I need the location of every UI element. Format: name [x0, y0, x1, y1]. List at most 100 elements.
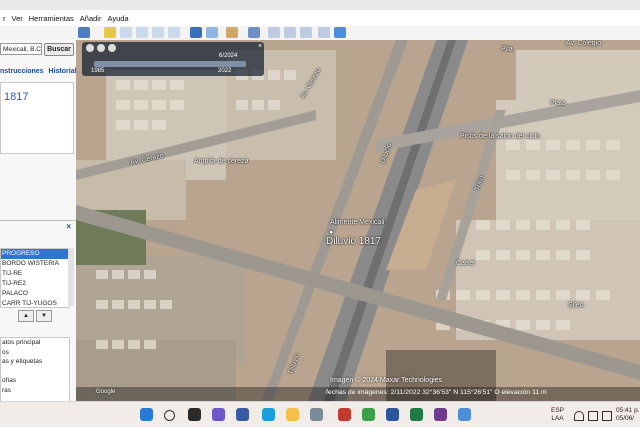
road-label: Cartel: [456, 260, 475, 267]
time-slider-end: 2022: [218, 68, 232, 74]
menu-ver[interactable]: Ver: [9, 14, 26, 23]
earth-icon[interactable]: [334, 27, 346, 38]
google-earth-window: r Ver Herramientas Añadir Ayuda Mexicali…: [0, 0, 640, 427]
time-slider-track[interactable]: [94, 61, 246, 67]
excel-icon[interactable]: [410, 408, 423, 421]
places-header: ×: [0, 220, 76, 231]
historical-imagery-slider: 6/2024 1985 2022 ×: [82, 42, 264, 76]
lang-code: ESP: [551, 407, 565, 414]
save-image-icon[interactable]: [300, 27, 312, 38]
search-results-panel: 1817: [0, 82, 74, 154]
close-icon[interactable]: ×: [66, 222, 71, 231]
road-label: Av. Colegio: [566, 40, 602, 47]
poi-label[interactable]: Ampita de cereza: [194, 158, 248, 165]
clock-time: 05:41 p.: [616, 407, 640, 414]
move-up-button[interactable]: ▲: [18, 310, 34, 322]
poi-label[interactable]: Pisos de la salon del ciclo: [460, 133, 540, 140]
input-language[interactable]: ESP LAA: [551, 407, 564, 423]
teams-icon[interactable]: [212, 408, 225, 421]
placemark-icon[interactable]: [104, 27, 116, 38]
store-icon[interactable]: [310, 408, 323, 421]
list-item[interactable]: PROGRESO: [1, 249, 69, 259]
search-row: Mexicali, B.C. Buscar: [0, 43, 76, 57]
tour-icon[interactable]: [168, 27, 180, 38]
close-icon[interactable]: ×: [258, 43, 262, 50]
menu-ayuda[interactable]: Ayuda: [104, 14, 131, 23]
toolbar: [0, 26, 640, 41]
clock[interactable]: 05:41 p. 05/06/: [616, 407, 640, 423]
history-clock-icon[interactable]: [190, 27, 202, 38]
list-item[interactable]: TIJ-RE2: [1, 279, 69, 289]
zoom-out-icon[interactable]: [108, 44, 116, 52]
list-item[interactable]: BORDO WISTERIA: [1, 259, 69, 269]
layer-item[interactable]: ofías: [1, 376, 69, 386]
app-icon[interactable]: [338, 408, 351, 421]
layer-item[interactable]: as y etiquetas: [1, 357, 69, 367]
menu-archivo[interactable]: r: [0, 14, 9, 23]
layer-item[interactable]: [1, 367, 69, 377]
time-slider-date: 6/2024: [219, 53, 238, 59]
planet-icon[interactable]: [226, 27, 238, 38]
search-input[interactable]: Mexicali, B.C.: [0, 43, 42, 55]
poi-label[interactable]: Alimente Mexicali: [330, 219, 384, 226]
file-explorer-icon[interactable]: [286, 408, 299, 421]
zoom-in-icon[interactable]: [97, 44, 105, 52]
windows-start-icon[interactable]: [140, 408, 153, 421]
search-button[interactable]: Buscar: [44, 43, 74, 56]
lang-layout: LAA: [551, 415, 564, 422]
widgets-icon[interactable]: [236, 408, 249, 421]
layer-item[interactable]: os: [1, 348, 69, 358]
menu-anadir[interactable]: Añadir: [77, 14, 105, 23]
windows-taskbar: ESP LAA 05:41 p. 05/06/: [0, 401, 640, 427]
google-earth-icon[interactable]: [458, 408, 471, 421]
list-item[interactable]: CARR TIJ-YUGOS: [1, 299, 69, 307]
tab-instrucciones[interactable]: nstrucciones: [0, 68, 44, 75]
path-icon[interactable]: [136, 27, 148, 38]
placemark-label[interactable]: Diluvio 1817: [326, 236, 381, 247]
zoom-reset-icon[interactable]: [86, 44, 94, 52]
list-item[interactable]: TIJ-RE: [1, 269, 69, 279]
google-logo: Google: [96, 389, 116, 395]
menu-bar: r Ver Herramientas Añadir Ayuda: [0, 10, 640, 26]
map-view[interactable]: 6/2024 1985 2022 × Diluvio 1817 ● Alimen…: [76, 40, 640, 401]
pin-icon[interactable]: ●: [329, 229, 333, 236]
task-view-icon[interactable]: [188, 408, 201, 421]
chrome-icon[interactable]: [362, 408, 375, 421]
places-nav: ▲ ▼: [18, 310, 62, 322]
layer-item[interactable]: atos principal: [1, 338, 69, 348]
search-icon[interactable]: [164, 410, 175, 421]
time-slider-start: 1985: [91, 68, 105, 74]
move-down-button[interactable]: ▼: [36, 310, 52, 322]
maps-icon[interactable]: [318, 27, 330, 38]
edge-icon[interactable]: [262, 408, 275, 421]
status-text: fechas de imágenes: 2/11/2022 32°36'53" …: [326, 389, 547, 396]
chevron-up-icon[interactable]: [537, 411, 545, 419]
email-icon[interactable]: [268, 27, 280, 38]
menu-herramientas[interactable]: Herramientas: [26, 14, 77, 23]
clock-date: 05/06/: [616, 415, 635, 422]
poi-label[interactable]: Pila: [501, 46, 513, 53]
overlay-icon[interactable]: [152, 27, 164, 38]
road-label: Sileo: [568, 302, 584, 309]
tab-historial[interactable]: Historial: [49, 68, 76, 75]
layer-item[interactable]: ras: [1, 386, 69, 396]
wifi-icon[interactable]: [574, 411, 584, 421]
app-icon[interactable]: [434, 408, 447, 421]
volume-icon[interactable]: [588, 411, 598, 421]
status-bar: fechas de imágenes: 2/11/2022 32°36'53" …: [76, 387, 640, 401]
places-list: PROGRESO BORDO WISTERIA TIJ-RE TIJ-RE2 P…: [0, 248, 70, 308]
battery-icon[interactable]: [602, 411, 612, 421]
word-icon[interactable]: [386, 408, 399, 421]
polygon-icon[interactable]: [120, 27, 132, 38]
list-item[interactable]: PALACO: [1, 289, 69, 299]
print-icon[interactable]: [284, 27, 296, 38]
search-result-title[interactable]: 1817: [4, 91, 28, 103]
search-tabs: nstrucciones Historial: [0, 68, 76, 80]
ruler-icon[interactable]: [248, 27, 260, 38]
sidebar: Mexicali, B.C. Buscar nstrucciones Histo…: [0, 40, 77, 401]
sun-icon[interactable]: [206, 27, 218, 38]
road-label: Plata: [550, 100, 566, 107]
places-scrollbar[interactable]: [68, 248, 74, 306]
sidebar-toggle-icon[interactable]: [78, 27, 90, 38]
imagery-copyright: Imagen © 2024 Maxar Technologies: [330, 377, 443, 384]
